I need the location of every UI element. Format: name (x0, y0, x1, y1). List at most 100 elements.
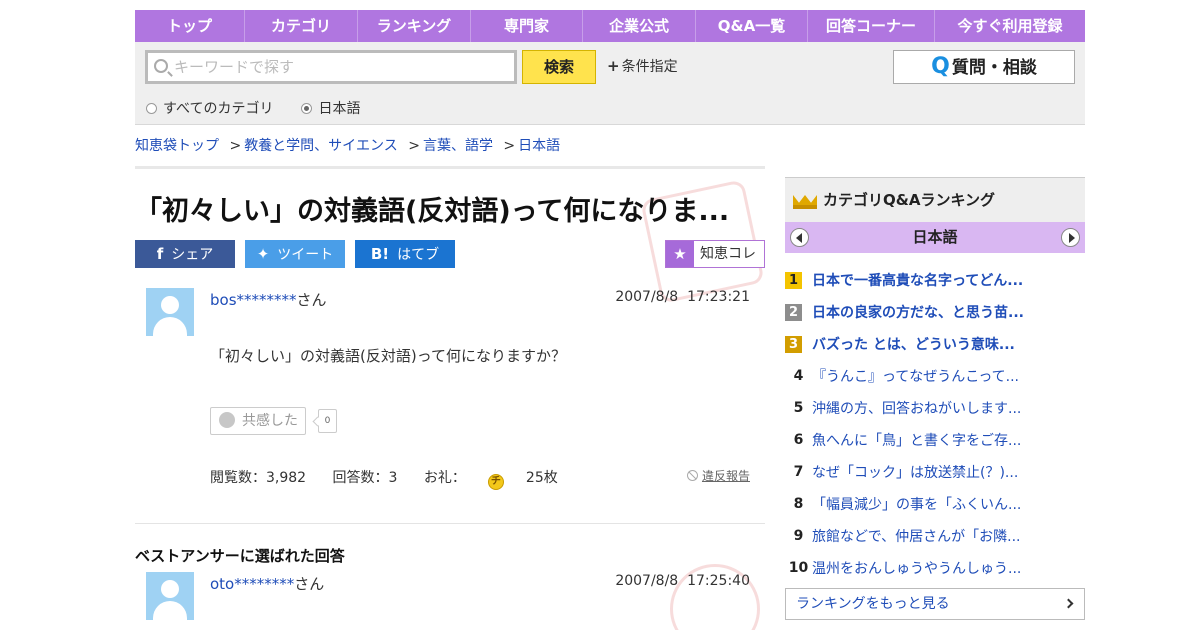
answerer-avatar[interactable] (146, 572, 194, 620)
question-stats: 閲覧数：3,982 回答数：3 お礼： チ 25枚 (210, 467, 602, 490)
report-label: 違反報告 (701, 469, 750, 483)
ban-icon (686, 470, 698, 481)
nav-top[interactable]: トップ (135, 10, 245, 42)
facebook-icon: f (156, 245, 164, 263)
ranking-item-link[interactable]: バズった とは、どういう意味... (812, 334, 1015, 354)
honorific: さん (294, 575, 325, 593)
report-link[interactable]: 違反報告 (686, 467, 750, 484)
ranking-item-link[interactable]: 日本の良家の方だな、と思う苗... (812, 302, 1024, 322)
ranking-title: カテゴリQ&Aランキング (823, 191, 995, 209)
ranking-item[interactable]: 2 日本の良家の方だな、と思う苗... (785, 296, 1085, 328)
ranking-item-link[interactable]: 魚へんに「鳥」と書く字をご存... (812, 430, 1021, 450)
search-input[interactable] (174, 56, 504, 78)
ranking-item[interactable]: 10 温州をおんしゅうやうんしゅう... (785, 552, 1085, 584)
question-author-link[interactable]: bos******** (210, 291, 297, 309)
ranking-item-link[interactable]: なぜ「コック」は放送禁止(？)... (812, 462, 1018, 482)
ranking-item[interactable]: 8 「幅員減少」の事を「ふくいん... (785, 488, 1085, 520)
nav-corporate[interactable]: 企業公式 (583, 10, 696, 42)
radio-japanese-label: 日本語 (318, 101, 361, 117)
conditions-link[interactable]: + 条件指定 (607, 56, 678, 76)
ranking-item[interactable]: 6 魚へんに「鳥」と書く字をご存... (785, 424, 1085, 456)
rank-number: 10 (788, 560, 809, 576)
ranking-item-link[interactable]: 温州をおんしゅうやうんしゅう... (812, 558, 1021, 578)
nav-experts[interactable]: 専門家 (471, 10, 583, 42)
ranking-item[interactable]: 7 なぜ「コック」は放送禁止(？)... (785, 456, 1085, 488)
question-date: 2007/8/8 17:23:21 (615, 289, 750, 305)
ask-question-label: 質問・相談 (951, 58, 1037, 78)
breadcrumb-japanese[interactable]: 日本語 (518, 138, 560, 154)
plus-icon: + (607, 57, 620, 75)
ranking-item-link[interactable]: 沖縄の方、回答おねがいします... (812, 398, 1021, 418)
question-title: 「初々しい」の対義語(反対語)って何になりま... (135, 196, 730, 227)
breadcrumb-sep: > (408, 138, 420, 154)
answer-time-value: 17:25:40 (687, 573, 750, 589)
answer-date-value: 2007/8/8 (615, 573, 679, 589)
reward-label: お礼： (423, 470, 466, 486)
prev-category-arrow-icon[interactable] (790, 228, 809, 247)
ranking-item[interactable]: 1 日本で一番高貴な名字ってどん... (785, 264, 1085, 296)
search-area: 検索 +条件指定 Q質問・相談 すべてのカテゴリ 日本語 (135, 42, 1085, 125)
answer-author-link[interactable]: oto******** (210, 575, 294, 593)
ranking-item[interactable]: 3 バズった とは、どういう意味... (785, 328, 1085, 360)
ranking-category-label: 日本語 (912, 228, 958, 246)
twitter-share-button[interactable]: ✦ ツイート (245, 240, 345, 268)
breadcrumb: 知恵袋トップ > 教養と学問、サイエンス > 言葉、語学 > 日本語 (135, 135, 560, 155)
facebook-share-button[interactable]: f シェア (135, 240, 235, 268)
chevron-right-icon (1063, 598, 1074, 609)
search-button[interactable]: 検索 (522, 50, 596, 84)
ranking-item[interactable]: 4 『うんこ』ってなぜうんこって... (785, 360, 1085, 392)
nav-ranking[interactable]: ランキング (358, 10, 471, 42)
breadcrumb-sep: > (503, 138, 516, 154)
rank-number: 5 (793, 400, 804, 416)
answer-count: 回答数：3 (332, 470, 398, 486)
nav-qa-list[interactable]: Q&A一覧 (696, 10, 808, 42)
avatar[interactable] (146, 288, 194, 336)
nav-answer-corner[interactable]: 回答コーナー (808, 10, 935, 42)
nav-category[interactable]: カテゴリ (245, 10, 358, 42)
breadcrumb-science[interactable]: 教養と学問、サイエンス (244, 138, 398, 154)
radio-all-categories[interactable]: すべてのカテゴリ (146, 98, 273, 118)
ask-question-button[interactable]: Q 質問・相談 (893, 50, 1075, 84)
answer-author: oto********さん (210, 573, 324, 594)
empathy-button[interactable]: 共感した (210, 407, 306, 435)
ranking-item-link[interactable]: 「幅員減少」の事を「ふくいん... (812, 494, 1021, 514)
next-category-arrow-icon[interactable] (1061, 228, 1080, 247)
ranking-item-link[interactable]: 日本で一番高貴な名字ってどん... (812, 270, 1023, 290)
view-count: 閲覧数：3,982 (210, 470, 307, 486)
rank-number: 7 (793, 464, 804, 480)
hatena-share-label: はてブ (397, 247, 440, 263)
hatena-share-button[interactable]: B! はてブ (355, 240, 455, 268)
radio-all-label: すべてのカテゴリ (163, 101, 274, 117)
search-box[interactable] (145, 50, 517, 84)
empathy-label: 共感した (242, 413, 298, 429)
ranking-list: 1 日本で一番高貴な名字ってどん... 2 日本の良家の方だな、と思う苗... 3バ… (785, 264, 1085, 584)
conditions-label: 条件指定 (621, 59, 678, 75)
facebook-share-label: シェア (171, 247, 214, 263)
ranking-item[interactable]: 9 旅館などで、仲居さんが「お隣... (785, 520, 1085, 552)
nav-register[interactable]: 今すぐ利用登録 (935, 10, 1085, 42)
question-time-value: 17:23:21 (687, 289, 750, 305)
rank-number: 6 (793, 432, 804, 448)
ranking-item-link[interactable]: 旅館などで、仲居さんが「お隣... (812, 526, 1021, 546)
breadcrumb-sep: > (229, 138, 242, 154)
question-date-value: 2007/8/8 (615, 289, 679, 305)
ranking-item-link[interactable]: 『うんこ』ってなぜうんこって... (812, 366, 1019, 386)
rank-badge: 1 (785, 271, 802, 289)
ranking-header: カテゴリQ&Aランキング (785, 177, 1085, 222)
breadcrumb-top[interactable]: 知恵袋トップ (135, 138, 219, 154)
search-icon (154, 59, 168, 73)
more-ranking-link[interactable]: ランキングをもっと見る (785, 588, 1085, 620)
question-main: 「初々しい」の対義語(反対語)って何になりま... f シェア ✦ ツイート B! は… (135, 166, 765, 630)
ranking-item[interactable]: 5 沖縄の方、回答おねがいします... (785, 392, 1085, 424)
hatena-icon: B! (370, 245, 390, 263)
breadcrumb-language[interactable]: 言葉、語学 (423, 138, 493, 154)
ranking-sidebar: カテゴリQ&Aランキング 日本語 1 日本で一番高貴な名字ってどん... 2 日本の… (785, 177, 1085, 620)
empathy-count: 0 (318, 409, 337, 433)
twitter-icon: ✦ (256, 245, 270, 263)
chiecolle-button[interactable]: ★ 知恵コレ (665, 240, 765, 268)
radio-japanese[interactable]: 日本語 (301, 98, 360, 118)
honorific: さん (296, 291, 327, 309)
category-scope: すべてのカテゴリ 日本語 (146, 98, 360, 118)
reward-value: 25枚 (525, 470, 558, 486)
question-body: 「初々しい」の対義語(反対語)って何になりますか？ (210, 347, 566, 365)
